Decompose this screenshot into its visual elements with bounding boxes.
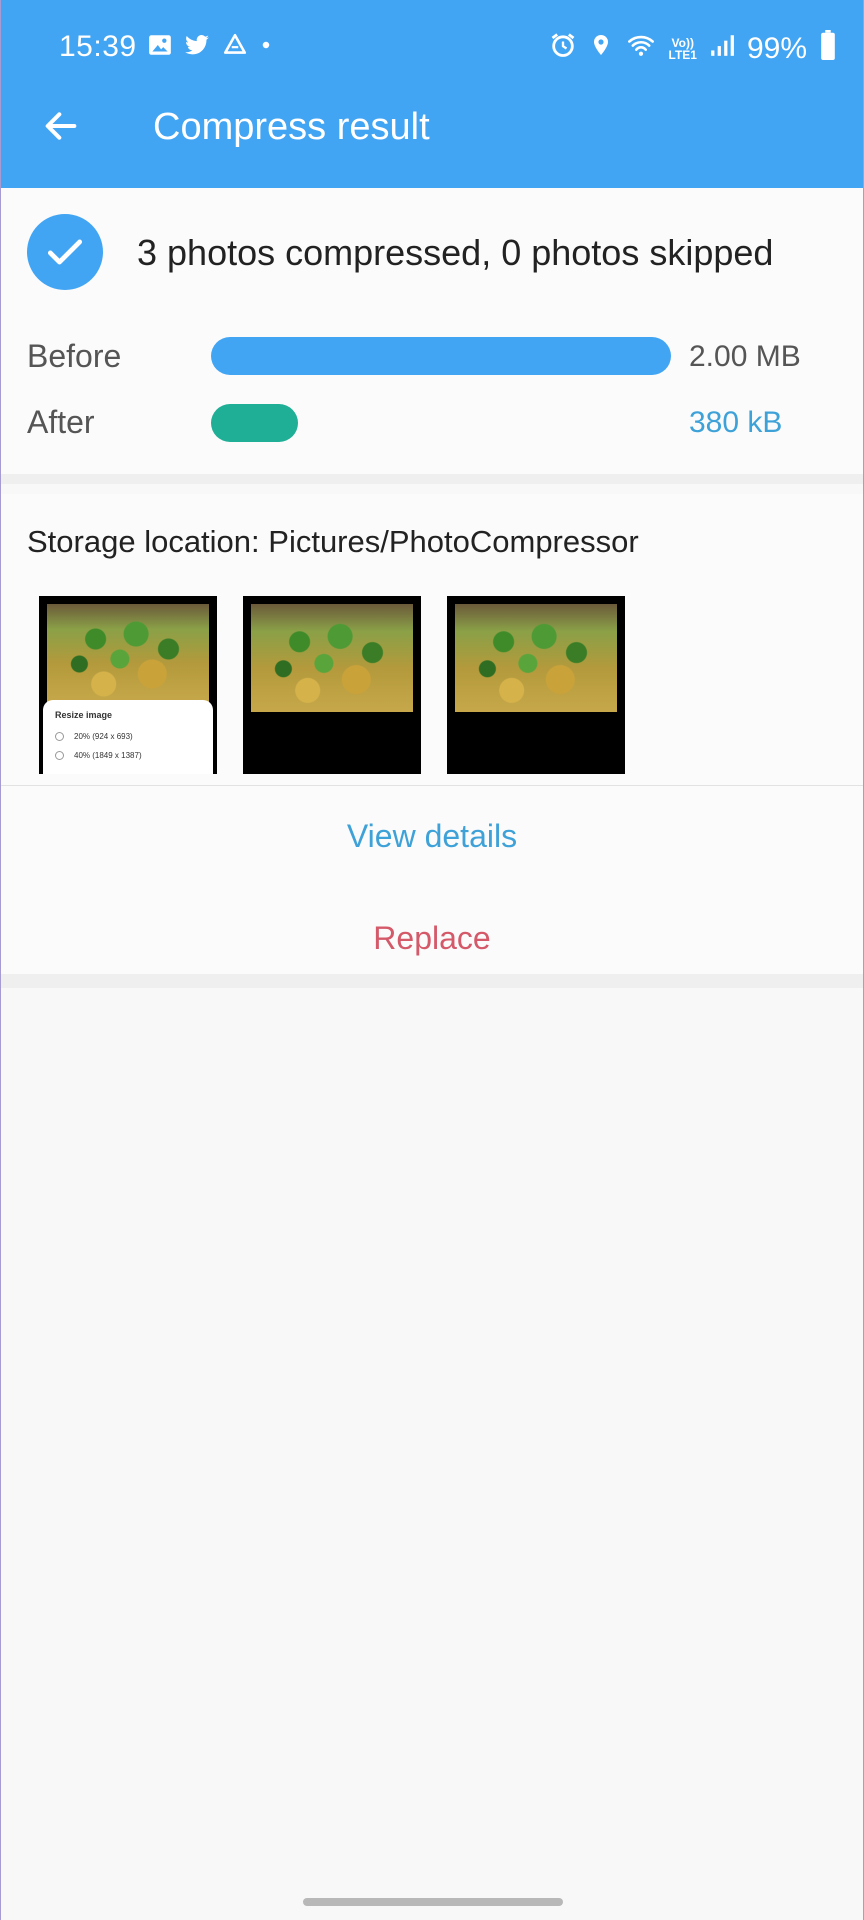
summary-text: 3 photos compressed, 0 photos skipped [137, 232, 774, 273]
status-bar: 15:39 Vo)) LTE1 99% [1, 28, 863, 68]
replace-button[interactable]: Replace [1, 920, 863, 957]
dot-icon [259, 32, 273, 66]
after-label: After [27, 404, 95, 440]
twitter-icon [183, 32, 211, 66]
dialog-option-label: 40% (1849 x 1387) [74, 751, 142, 760]
dialog-title: Resize image [55, 710, 113, 720]
before-size-value: 2.00 MB [689, 340, 801, 373]
drive-icon [221, 32, 249, 66]
arrow-back-icon [41, 106, 81, 151]
photo-thumbnail-1[interactable]: Resize image 20% (924 x 693) 40% (1849 x… [39, 596, 217, 774]
status-time: 15:39 [59, 30, 137, 63]
before-size-bar [211, 337, 671, 375]
thumbnail-list: Resize image 20% (924 x 693) 40% (1849 x… [39, 596, 625, 774]
location-icon [589, 31, 613, 67]
check-circle-icon [27, 214, 103, 290]
wifi-icon [625, 31, 657, 67]
lte-indicator: Vo)) LTE1 [669, 37, 697, 61]
compress-summary-card: 3 photos compressed, 0 photos skipped Be… [1, 188, 863, 484]
storage-card: Storage location: Pictures/PhotoCompress… [1, 494, 863, 786]
thumbnail-dialog-preview: Resize image 20% (924 x 693) 40% (1849 x… [43, 700, 213, 774]
view-details-button[interactable]: View details [1, 818, 863, 855]
photo-image [251, 604, 413, 712]
app-bar: 15:39 Vo)) LTE1 99% Compress result [1, 0, 863, 188]
radio-icon [55, 751, 64, 760]
battery-icon [819, 30, 837, 68]
system-icons: Vo)) LTE1 99% [549, 30, 838, 68]
lte-label: LTE1 [668, 48, 697, 62]
photo-thumbnail-3[interactable] [447, 596, 625, 774]
home-indicator[interactable] [303, 1898, 563, 1906]
alarm-icon [549, 31, 577, 67]
dialog-option: 20% (924 x 693) [55, 732, 201, 741]
photo-thumbnail-2[interactable] [243, 596, 421, 774]
after-size-bar [211, 404, 298, 442]
photo-image [455, 604, 617, 712]
after-size-value: 380 kB [689, 406, 783, 439]
radio-icon [55, 732, 64, 741]
actions-card: View details Replace [1, 786, 863, 988]
before-label: Before [27, 338, 122, 374]
photo-image [47, 604, 209, 704]
battery-percent: 99% [746, 32, 807, 65]
back-button[interactable] [37, 104, 85, 152]
page-title: Compress result [153, 106, 430, 148]
signal-icon [709, 32, 735, 66]
notification-icons [147, 32, 273, 66]
storage-location-text: Storage location: Pictures/PhotoCompress… [27, 524, 639, 559]
dialog-option: 40% (1849 x 1387) [55, 751, 201, 760]
dialog-option-label: 20% (924 x 693) [74, 732, 133, 741]
gallery-icon [147, 32, 173, 66]
